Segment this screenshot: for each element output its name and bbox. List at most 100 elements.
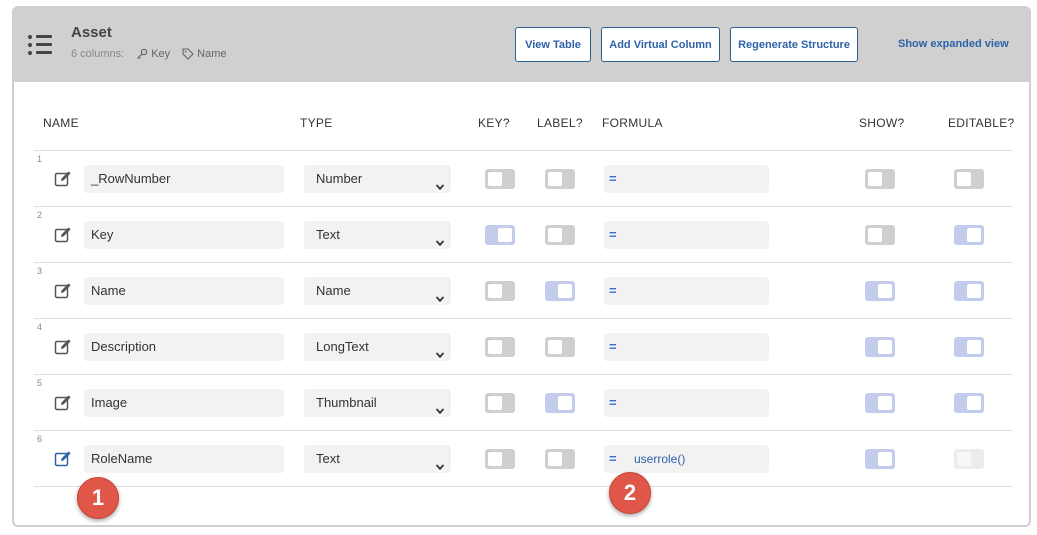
chevron-down-icon [435,174,445,191]
chevron-down-icon [435,342,445,359]
label-toggle[interactable] [545,225,575,245]
callout-badge-2: 2 [609,472,651,514]
editable-toggle[interactable] [954,281,984,301]
key-toggle[interactable] [485,337,515,357]
editable-toggle [954,449,984,469]
editable-toggle[interactable] [954,393,984,413]
column-name-input[interactable]: _RowNumber [84,165,284,193]
toggle-knob [548,228,562,242]
toggle-knob [558,396,572,410]
toggle-knob [957,172,971,186]
row-number: 6 [37,434,43,444]
show-expanded-view-link[interactable]: Show expanded view [898,38,1009,50]
show-toggle[interactable] [865,225,895,245]
label-toggle[interactable] [545,337,575,357]
col-header-show: SHOW? [859,116,905,130]
column-type-value: Text [316,451,340,466]
edit-icon[interactable] [54,394,72,412]
key-toggle[interactable] [485,393,515,413]
column-name-input[interactable]: Key [84,221,284,249]
column-type-select[interactable]: Name [304,277,451,305]
col-header-type: TYPE [300,116,333,130]
toggle-knob [548,172,562,186]
key-toggle[interactable] [485,449,515,469]
column-type-value: Thumbnail [316,395,377,410]
label-toggle[interactable] [545,169,575,189]
column-type-select[interactable]: Text [304,221,451,249]
show-toggle[interactable] [865,281,895,301]
key-toggle[interactable] [485,169,515,189]
column-type-select[interactable]: LongText [304,333,451,361]
key-icon [137,48,148,59]
label-tag: Name [182,48,227,60]
table-row: 4 Description LongText = [34,318,1012,374]
toggle-knob [868,228,882,242]
column-name-input[interactable]: Image [84,389,284,417]
equals-icon: = [609,227,617,242]
editable-toggle[interactable] [954,337,984,357]
add-virtual-column-button[interactable]: Add Virtual Column [601,27,720,62]
chevron-down-icon [435,230,445,247]
toggle-knob [558,284,572,298]
edit-icon[interactable] [54,226,72,244]
column-type-select[interactable]: Number [304,165,451,193]
equals-icon: = [609,395,617,410]
toggle-knob [498,228,512,242]
callout-badge-1: 1 [77,477,119,519]
label-toggle[interactable] [545,393,575,413]
table-row: 1 _RowNumber Number = [34,150,1012,206]
column-type-value: Name [316,283,351,298]
column-type-select[interactable]: Thumbnail [304,389,451,417]
toggle-knob [488,452,502,466]
column-type-select[interactable]: Text [304,445,451,473]
label-toggle[interactable] [545,281,575,301]
formula-input[interactable]: = [604,389,769,417]
col-header-key: KEY? [478,116,510,130]
show-toggle[interactable] [865,393,895,413]
column-name-input[interactable]: Name [84,277,284,305]
row-number: 5 [37,378,43,388]
table-columns-card: Asset 6 columns: Key Name View Table Add… [12,6,1031,527]
chevron-down-icon [435,398,445,415]
edit-icon[interactable] [54,338,72,356]
toggle-knob [878,284,892,298]
editable-toggle[interactable] [954,225,984,245]
row-number: 2 [37,210,43,220]
toggle-knob [488,172,502,186]
chevron-down-icon [435,454,445,471]
col-header-label: LABEL? [537,116,583,130]
table-bottom-border [34,486,1012,487]
column-name-input[interactable]: RoleName [84,445,284,473]
list-icon [28,34,54,56]
editable-toggle[interactable] [954,169,984,189]
regenerate-structure-button[interactable]: Regenerate Structure [730,27,858,62]
formula-input[interactable]: = [604,333,769,361]
key-tag: Key [136,48,170,60]
key-toggle[interactable] [485,225,515,245]
columns-panel: NAME TYPE KEY? LABEL? FORMULA SHOW? EDIT… [16,82,1029,525]
formula-input[interactable]: = [604,277,769,305]
toggle-knob [967,340,981,354]
toggle-knob [967,228,981,242]
formula-input[interactable]: = [604,165,769,193]
table-row: 5 Image Thumbnail = [34,374,1012,430]
label-tag-label: Name [197,48,227,60]
formula-input[interactable]: = userrole() [604,445,769,473]
tag-icon [182,48,194,60]
column-type-value: LongText [316,339,369,354]
col-header-editable: EDITABLE? [948,116,1015,130]
formula-input[interactable]: = [604,221,769,249]
view-table-button[interactable]: View Table [515,27,591,62]
row-number: 4 [37,322,43,332]
show-toggle[interactable] [865,449,895,469]
column-name-input[interactable]: Description [84,333,284,361]
chevron-down-icon [435,286,445,303]
edit-icon[interactable] [54,450,72,468]
show-toggle[interactable] [865,337,895,357]
edit-icon[interactable] [54,282,72,300]
show-toggle[interactable] [865,169,895,189]
label-toggle[interactable] [545,449,575,469]
key-toggle[interactable] [485,281,515,301]
equals-icon: = [609,339,617,354]
edit-icon[interactable] [54,170,72,188]
